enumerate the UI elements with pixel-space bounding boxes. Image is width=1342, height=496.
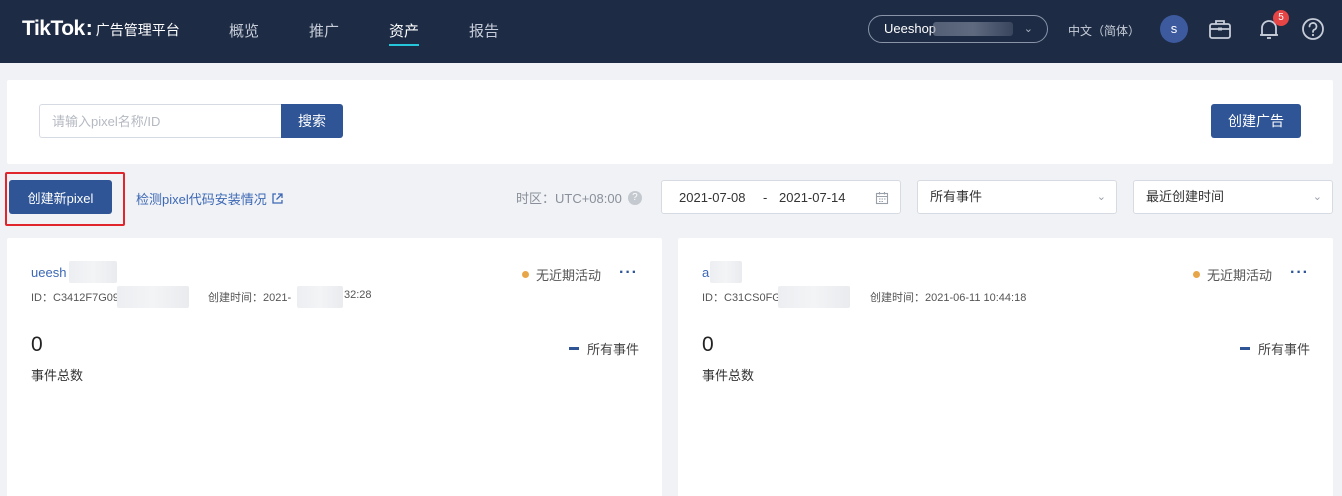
pixel-created-time: 创建时间：2021- bbox=[208, 292, 292, 304]
sort-select[interactable]: 最近创建时间 ⌄ bbox=[1133, 180, 1333, 214]
event-count-label: 事件总数 bbox=[702, 368, 755, 383]
nav-overview[interactable]: 概览 bbox=[229, 20, 259, 44]
redacted-id bbox=[117, 286, 189, 308]
account-selector[interactable]: Ueeshop ⌄ bbox=[868, 15, 1048, 43]
status-label: 无近期活动 bbox=[1207, 268, 1273, 283]
create-ad-button[interactable]: 创建广告 bbox=[1211, 104, 1301, 138]
status-label: 无近期活动 bbox=[536, 268, 602, 283]
chevron-down-icon: ⌄ bbox=[1312, 191, 1322, 203]
top-nav-bar: TikTok : 广告管理平台 概览 推广 资产 报告 Ueeshop ⌄ 中文… bbox=[0, 0, 1342, 63]
chart-legend: 所有事件 bbox=[569, 339, 639, 358]
external-link-icon bbox=[272, 193, 283, 204]
redacted-time bbox=[297, 286, 343, 308]
help-icon[interactable] bbox=[1300, 16, 1326, 42]
pixel-card: a ID：C31CS0FG 创建时间：2021-06-11 10:44:18 无… bbox=[678, 238, 1333, 496]
timezone-info: 时区：UTC+08:00 ? bbox=[516, 188, 642, 207]
redacted-name bbox=[710, 261, 742, 283]
event-count: 0 bbox=[702, 333, 714, 356]
pixel-status: 无近期活动 bbox=[522, 265, 601, 284]
status-dot bbox=[1193, 271, 1200, 278]
account-name-redacted bbox=[933, 22, 1013, 36]
event-count: 0 bbox=[31, 333, 43, 356]
more-options-icon[interactable]: ··· bbox=[619, 264, 638, 282]
language-selector[interactable]: 中文（简体） bbox=[1068, 22, 1140, 39]
nav-assets[interactable]: 资产 bbox=[389, 20, 420, 46]
date-start: 2021-07-08 bbox=[679, 190, 746, 205]
logo-colon: : bbox=[85, 17, 93, 40]
nav-reports[interactable]: 报告 bbox=[469, 20, 499, 44]
more-options-icon[interactable]: ··· bbox=[1290, 264, 1309, 282]
event-filter-value: 所有事件 bbox=[930, 189, 983, 204]
pixel-name-link[interactable]: ueesh bbox=[31, 265, 66, 280]
notification-badge: 5 bbox=[1273, 10, 1289, 26]
pixel-status: 无近期活动 bbox=[1193, 265, 1272, 284]
pixel-id: ID：C31CS0FG bbox=[702, 292, 781, 304]
pixel-card: ueesh ID：C3412F7G09 创建时间：2021- 32:28 无近期… bbox=[7, 238, 662, 496]
detect-pixel-link[interactable]: 检测pixel代码安装情况 bbox=[136, 189, 284, 208]
pixel-name-link[interactable]: a bbox=[702, 265, 709, 280]
redacted-id bbox=[778, 286, 850, 308]
legend-swatch bbox=[569, 347, 579, 350]
create-pixel-button[interactable]: 创建新pixel bbox=[9, 180, 112, 214]
chevron-down-icon: ⌄ bbox=[1023, 23, 1033, 35]
pixel-created-time-tail: 32:28 bbox=[344, 289, 372, 301]
search-panel: 搜索 创建广告 bbox=[7, 80, 1333, 164]
calendar-icon bbox=[875, 192, 889, 205]
legend-label: 所有事件 bbox=[1258, 342, 1311, 357]
search-button[interactable]: 搜索 bbox=[281, 104, 343, 138]
legend-swatch bbox=[1240, 347, 1250, 350]
briefcase-icon[interactable] bbox=[1207, 16, 1233, 42]
date-end: 2021-07-14 bbox=[779, 190, 846, 205]
pixel-created-time: 创建时间：2021-06-11 10:44:18 bbox=[870, 292, 1027, 304]
user-avatar[interactable]: s bbox=[1160, 15, 1188, 43]
pixel-search-input[interactable] bbox=[39, 104, 282, 138]
logo-wordmark: TikTok bbox=[22, 17, 85, 40]
date-separator: - bbox=[763, 190, 768, 205]
event-count-label: 事件总数 bbox=[31, 368, 84, 383]
legend-label: 所有事件 bbox=[587, 342, 640, 357]
account-name: Ueeshop bbox=[884, 21, 937, 36]
tiktok-logo[interactable]: TikTok : 广告管理平台 bbox=[22, 17, 180, 43]
chart-legend: 所有事件 bbox=[1240, 339, 1310, 358]
redacted-name bbox=[69, 261, 117, 283]
question-circle-icon[interactable]: ? bbox=[627, 190, 642, 205]
status-dot bbox=[522, 271, 529, 278]
detect-pixel-link-label: 检测pixel代码安装情况 bbox=[136, 192, 267, 207]
logo-subtitle: 广告管理平台 bbox=[95, 22, 180, 38]
timezone-label: 时区：UTC+08:00 bbox=[516, 191, 622, 206]
pixel-id: ID：C3412F7G09 bbox=[31, 292, 120, 304]
nav-campaign[interactable]: 推广 bbox=[309, 20, 339, 44]
event-filter-select[interactable]: 所有事件 ⌄ bbox=[917, 180, 1117, 214]
sort-value: 最近创建时间 bbox=[1146, 189, 1225, 204]
date-range-picker[interactable]: 2021-07-08 - 2021-07-14 bbox=[661, 180, 901, 214]
chevron-down-icon: ⌄ bbox=[1096, 191, 1106, 203]
